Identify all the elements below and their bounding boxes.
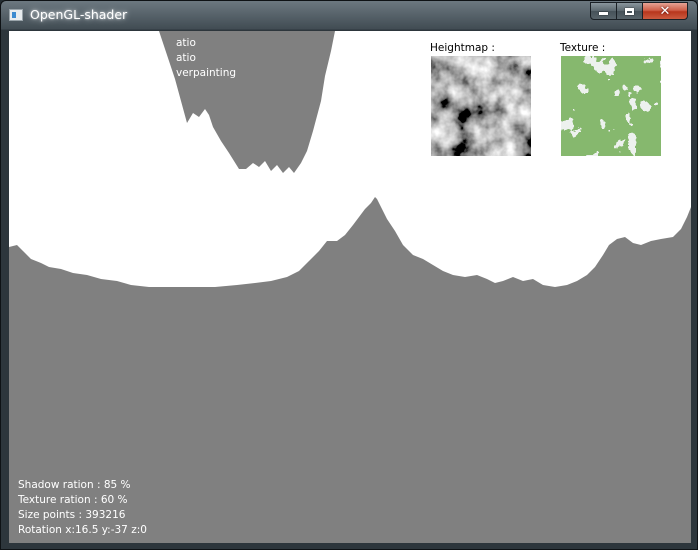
maximize-button[interactable] (616, 2, 643, 20)
minimize-icon (599, 12, 608, 15)
maximize-icon (625, 7, 634, 15)
texture-label: Texture : (560, 42, 606, 54)
overlay-menu-item: atio (176, 52, 196, 64)
close-button[interactable]: ✕ (642, 2, 688, 20)
overlay-menu-item: atio (176, 37, 196, 49)
close-icon: ✕ (659, 3, 671, 19)
texture-ratio-text: Texture ration : 60 % (18, 494, 128, 506)
opengl-viewport[interactable]: atio atio verpainting Heightmap : Textur… (9, 31, 691, 543)
rotation-text: Rotation x:16.5 y:-37 z:0 (18, 524, 147, 536)
shadow-ratio-text: Shadow ration : 85 % (18, 479, 131, 491)
texture-thumbnail (561, 56, 661, 156)
title-bar[interactable]: OpenGL-shader ✕ (1, 1, 697, 29)
app-window-icon[interactable] (9, 9, 23, 21)
minimize-button[interactable] (590, 2, 617, 20)
overlay-menu-item: verpainting (176, 67, 237, 79)
window-title: OpenGL-shader (30, 7, 128, 22)
stats-panel: Shadow ration : 85 % Texture ration : 60… (18, 478, 147, 538)
app-window: OpenGL-shader ✕ atio atio verpainting He… (0, 0, 698, 550)
heightmap-thumbnail (431, 56, 531, 156)
size-points-text: Size points : 393216 (18, 509, 126, 521)
heightmap-label: Heightmap : (430, 42, 495, 54)
